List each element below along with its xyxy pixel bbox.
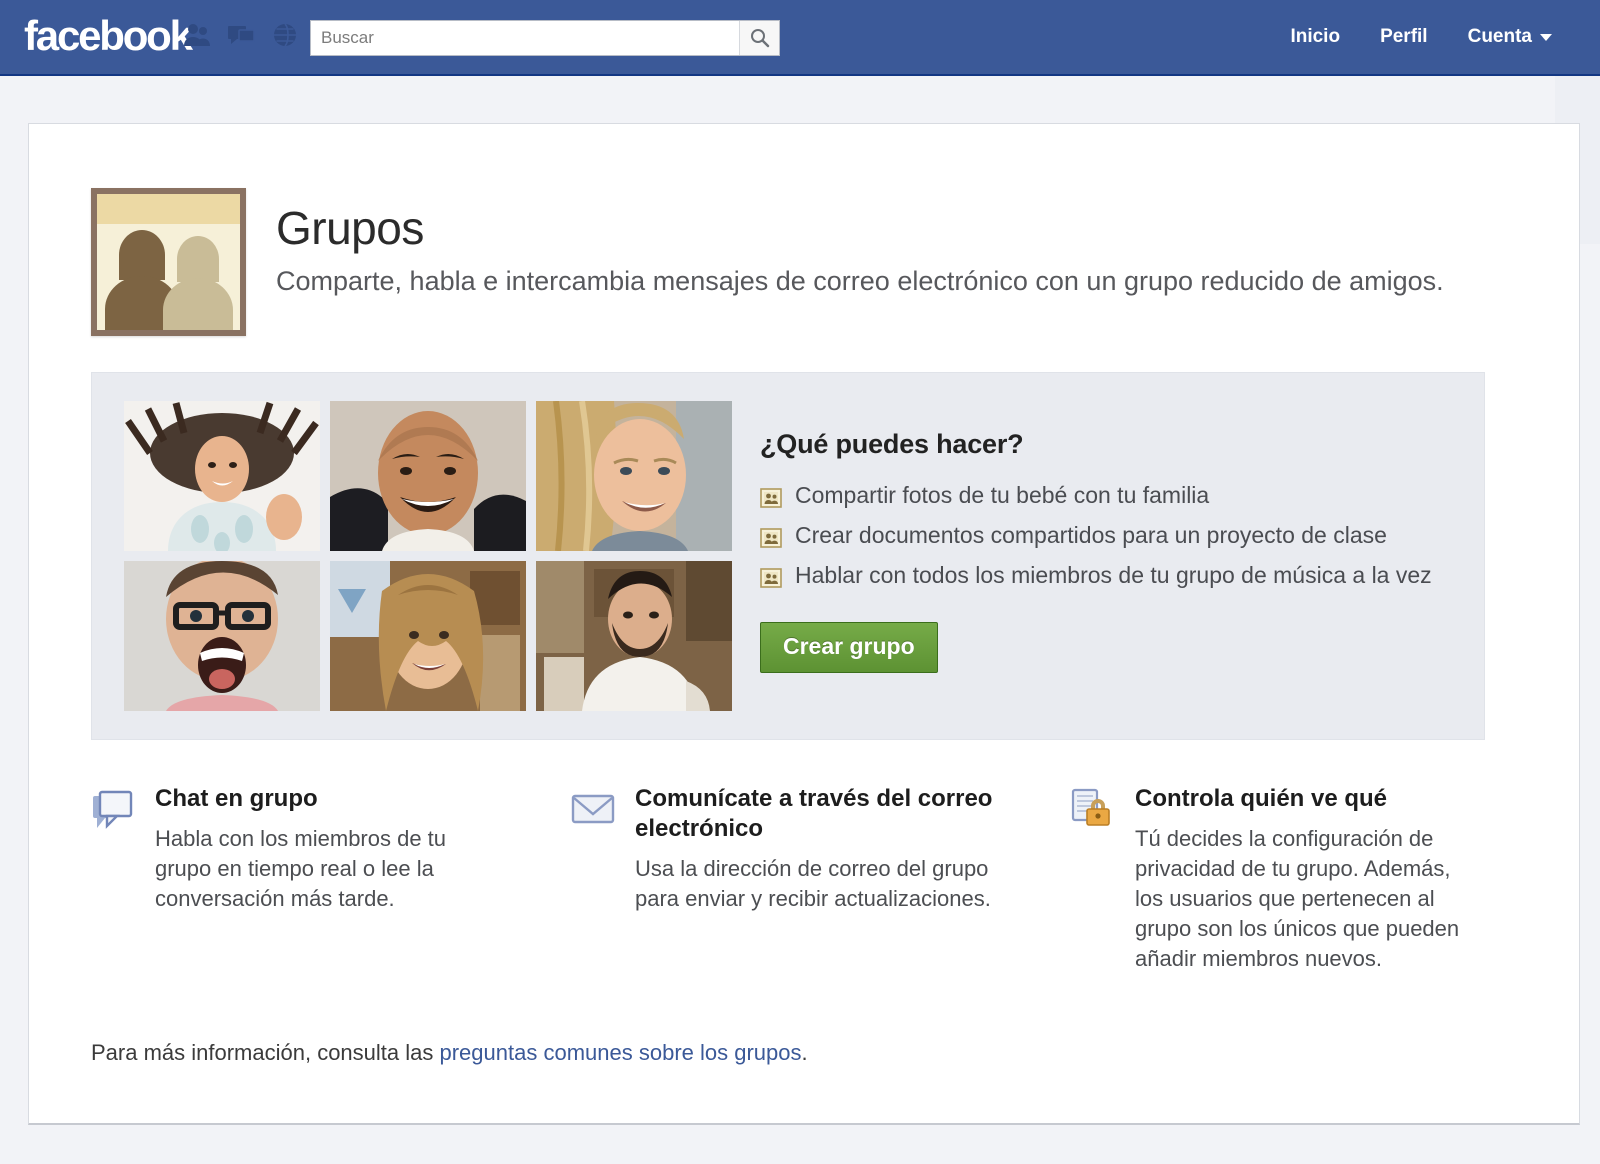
group-photo-icon <box>760 485 782 505</box>
facebook-logo[interactable]: facebook <box>24 14 191 58</box>
group-photo-icon <box>760 525 782 545</box>
notifications-globe-icon[interactable] <box>270 20 300 50</box>
page-header: Grupos Comparte, habla e intercambia men… <box>91 188 1444 336</box>
search-button[interactable] <box>739 21 779 55</box>
page-title: Grupos <box>276 202 1444 254</box>
account-nav: Inicio Perfil Cuenta <box>1270 0 1572 74</box>
list-item-label: Crear documentos compartidos para un pro… <box>795 520 1387 551</box>
photo-long-haired-man <box>330 561 526 711</box>
chevron-down-icon <box>1540 34 1552 41</box>
nav-inicio[interactable]: Inicio <box>1270 0 1360 74</box>
friend-requests-icon[interactable] <box>182 20 212 50</box>
photo-blonde-woman-smiling <box>536 401 732 551</box>
promo-benefit-list: Compartir fotos de tu bebé con tu famili… <box>760 480 1450 591</box>
list-item: Hablar con todos los miembros de tu grup… <box>760 560 1450 591</box>
list-item-label: Compartir fotos de tu bebé con tu famili… <box>795 480 1209 511</box>
faq-link[interactable]: preguntas comunes sobre los grupos <box>440 1040 802 1065</box>
footer-suffix: . <box>802 1040 808 1065</box>
feature-correo-electronico: Comunícate a través del correo electróni… <box>571 784 1071 974</box>
photo-man-glasses-shouting <box>124 561 320 711</box>
top-navigation-bar: facebook <box>0 0 1600 76</box>
feature-body: Habla con los miembros de tu grupo en ti… <box>155 824 465 914</box>
photo-woman-hair-flying <box>124 401 320 551</box>
feature-title: Chat en grupo <box>155 784 465 814</box>
chat-bubble-icon <box>91 784 137 828</box>
nav-cuenta-label: Cuenta <box>1468 26 1532 48</box>
search-box[interactable] <box>310 20 780 56</box>
feature-title: Comunícate a través del correo electróni… <box>635 784 1010 844</box>
groups-avatar-icon <box>91 188 246 336</box>
list-item: Compartir fotos de tu bebé con tu famili… <box>760 480 1450 511</box>
main-content-card: Grupos Comparte, habla e intercambia men… <box>28 123 1580 1125</box>
feature-chat-en-grupo: Chat en grupo Habla con los miembros de … <box>91 784 571 974</box>
promo-text-column: ¿Qué puedes hacer? Compartir fotos d <box>760 429 1450 673</box>
feature-controla-quien-ve-que: Controla quién ve qué Tú decides la conf… <box>1071 784 1521 974</box>
messages-icon[interactable] <box>226 20 256 50</box>
search-icon <box>749 27 771 49</box>
header-icon-group <box>182 20 300 50</box>
photo-bearded-man-white-shirt <box>536 561 732 711</box>
create-group-button[interactable]: Crear grupo <box>760 622 938 673</box>
feature-columns: Chat en grupo Habla con los miembros de … <box>91 784 1521 974</box>
footer-info-line: Para más información, consulta las pregu… <box>91 1040 808 1066</box>
page-subtitle: Comparte, habla e intercambia mensajes d… <box>276 262 1444 300</box>
document-lock-icon <box>1071 784 1117 828</box>
photo-bald-man-laughing <box>330 401 526 551</box>
group-photo-icon <box>760 565 782 585</box>
nav-cuenta[interactable]: Cuenta <box>1448 0 1572 74</box>
list-item-label: Hablar con todos los miembros de tu grup… <box>795 560 1432 591</box>
nav-perfil[interactable]: Perfil <box>1360 0 1448 74</box>
feature-body: Tú decides la configuración de privacida… <box>1135 824 1465 974</box>
search-input[interactable] <box>311 21 739 55</box>
promo-panel: ¿Qué puedes hacer? Compartir fotos d <box>91 372 1485 740</box>
photo-grid <box>124 401 732 711</box>
footer-prefix: Para más información, consulta las <box>91 1040 440 1065</box>
feature-body: Usa la dirección de correo del grupo par… <box>635 854 1010 914</box>
feature-title: Controla quién ve qué <box>1135 784 1465 814</box>
promo-heading: ¿Qué puedes hacer? <box>760 429 1450 460</box>
envelope-icon <box>571 784 617 828</box>
list-item: Crear documentos compartidos para un pro… <box>760 520 1450 551</box>
